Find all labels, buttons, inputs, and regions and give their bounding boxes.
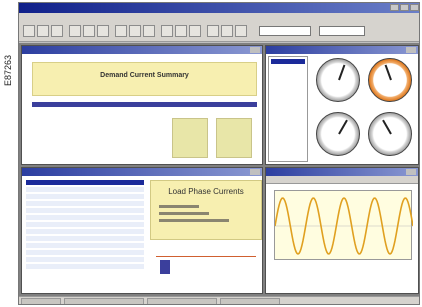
list-item[interactable] bbox=[26, 187, 144, 192]
status-section bbox=[64, 298, 144, 304]
phase-currents-panel[interactable]: Load Phase Currents bbox=[21, 167, 263, 294]
gauge-dial bbox=[368, 112, 412, 156]
summary-banner: Demand Current Summary bbox=[32, 62, 257, 96]
banner-title: Demand Current Summary bbox=[100, 72, 189, 79]
waveform-plot bbox=[274, 197, 414, 255]
toolbar-icon[interactable] bbox=[51, 25, 63, 37]
info-line bbox=[159, 205, 199, 208]
current-bar bbox=[160, 260, 170, 274]
waveform-toolbar[interactable] bbox=[266, 176, 418, 184]
list-item[interactable] bbox=[26, 229, 144, 234]
toolbar-icon[interactable] bbox=[175, 25, 187, 37]
gauges-panel[interactable] bbox=[265, 45, 419, 165]
toolbar-icon[interactable] bbox=[97, 25, 109, 37]
divider-bar bbox=[32, 102, 257, 107]
panel-titlebar bbox=[22, 168, 262, 176]
panel-titlebar bbox=[266, 46, 418, 54]
close-icon[interactable] bbox=[250, 169, 260, 175]
panel-titlebar bbox=[22, 46, 262, 54]
close-icon[interactable] bbox=[406, 47, 416, 53]
toolbar-icon[interactable] bbox=[129, 25, 141, 37]
gauge-dial bbox=[316, 112, 360, 156]
list-item[interactable] bbox=[26, 264, 144, 269]
waveform-panel[interactable] bbox=[265, 167, 419, 294]
list-item[interactable] bbox=[26, 243, 144, 248]
close-icon[interactable] bbox=[406, 169, 416, 175]
toolbar-icon[interactable] bbox=[115, 25, 127, 37]
phase-summary-box: Load Phase Currents bbox=[150, 180, 262, 240]
view-selector[interactable] bbox=[319, 26, 365, 36]
list-item[interactable] bbox=[26, 236, 144, 241]
gauge-list-item-selected[interactable] bbox=[271, 59, 305, 64]
figure-code: E87263 bbox=[3, 54, 13, 86]
status-section bbox=[21, 298, 61, 304]
toolbar-icon[interactable] bbox=[161, 25, 173, 37]
device-selector[interactable] bbox=[259, 26, 311, 36]
list-item[interactable] bbox=[26, 194, 144, 199]
workspace: Demand Current Summary Load Phase Curren… bbox=[19, 43, 419, 296]
status-section bbox=[220, 298, 280, 304]
info-line bbox=[159, 212, 209, 215]
toolbar-icon[interactable] bbox=[221, 25, 233, 37]
phase-title: Load Phase Currents bbox=[168, 187, 244, 196]
application-window: Demand Current Summary Load Phase Curren… bbox=[18, 2, 420, 305]
threshold-line bbox=[156, 256, 256, 257]
waveform-chart bbox=[274, 190, 414, 260]
toolbar bbox=[19, 22, 419, 42]
gauge-dial bbox=[368, 58, 412, 102]
maximize-icon[interactable] bbox=[400, 4, 409, 11]
gauge-dial bbox=[316, 58, 360, 102]
minimize-icon[interactable] bbox=[390, 4, 399, 11]
toolbar-icon[interactable] bbox=[235, 25, 247, 37]
close-icon[interactable] bbox=[410, 4, 419, 11]
value-column bbox=[216, 118, 252, 158]
info-line bbox=[159, 219, 229, 222]
close-icon[interactable] bbox=[250, 47, 260, 53]
toolbar-icon[interactable] bbox=[37, 25, 49, 37]
list-item[interactable] bbox=[26, 257, 144, 262]
value-column bbox=[172, 118, 208, 158]
window-controls bbox=[390, 4, 419, 11]
menu-bar bbox=[19, 13, 419, 22]
toolbar-icon[interactable] bbox=[207, 25, 219, 37]
toolbar-icon[interactable] bbox=[23, 25, 35, 37]
list-item[interactable] bbox=[26, 180, 144, 185]
list-item[interactable] bbox=[26, 208, 144, 213]
status-bar bbox=[19, 296, 419, 304]
toolbar-icon[interactable] bbox=[143, 25, 155, 37]
list-item[interactable] bbox=[26, 250, 144, 255]
status-section bbox=[147, 298, 217, 304]
list-item[interactable] bbox=[26, 222, 144, 227]
toolbar-icon[interactable] bbox=[83, 25, 95, 37]
toolbar-icon[interactable] bbox=[69, 25, 81, 37]
list-item[interactable] bbox=[26, 201, 144, 206]
gauge-list[interactable] bbox=[268, 56, 308, 162]
list-item[interactable] bbox=[26, 215, 144, 220]
panel-titlebar bbox=[266, 168, 418, 176]
toolbar-icon[interactable] bbox=[189, 25, 201, 37]
demand-summary-panel[interactable]: Demand Current Summary bbox=[21, 45, 263, 165]
window-titlebar bbox=[19, 3, 419, 13]
